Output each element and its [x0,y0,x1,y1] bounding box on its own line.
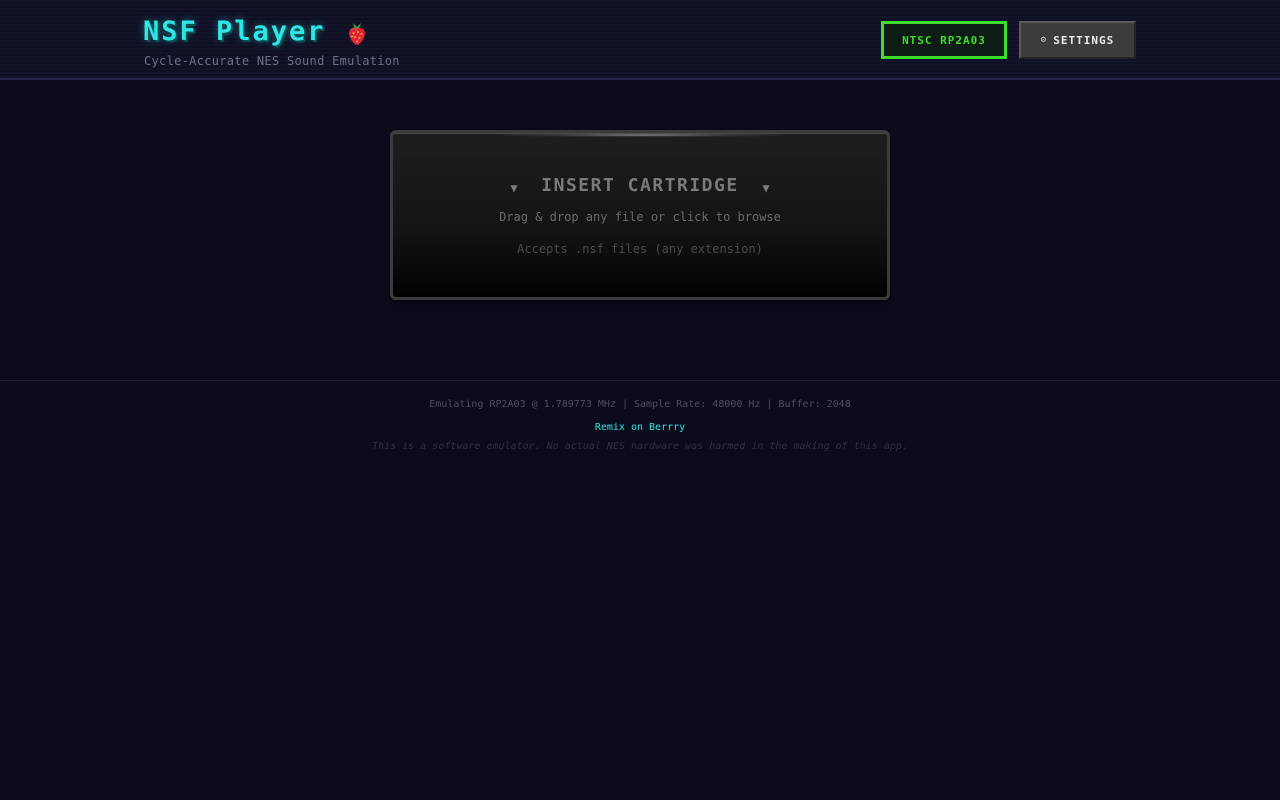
remix-link-row: Remix on Berrry [0,422,1280,433]
region-badge-label: NTSC RP2A03 [902,33,986,47]
dropzone-accepts: Accepts .nsf files (any extension) [517,242,763,256]
remix-link[interactable]: Remix on Berrry [595,422,685,433]
region-badge-button[interactable]: NTSC RP2A03 [881,21,1007,59]
app-title: NSF Player [143,15,326,47]
disclaimer: This is a software emulator. No actual N… [372,441,908,452]
emulation-stats: Emulating RP2A03 @ 1.789773 MHz | Sample… [429,399,851,410]
strawberry-icon [346,22,368,46]
app-subtitle: Cycle-Accurate NES Sound Emulation [144,54,400,68]
dropzone-instruction: Drag & drop any file or click to browse [499,210,781,224]
triangle-down-icon: ▼ [510,180,518,195]
settings-button[interactable]: ⚙ SETTINGS [1019,21,1136,59]
dropzone-heading: ▼ INSERT CARTRIDGE ▼ [393,175,887,196]
app-footer: Emulating RP2A03 @ 1.789773 MHz | Sample… [0,380,1280,481]
settings-label: SETTINGS [1053,33,1115,47]
triangle-down-icon: ▼ [762,180,770,195]
app-header: NSF Player Cycle-Accurate NES Sound Emul… [0,0,1280,80]
title-row: NSF Player [143,14,400,48]
gear-icon: ⚙ [1040,35,1048,45]
cartridge-sheen [503,133,783,137]
dropzone-heading-text: INSERT CARTRIDGE [541,175,739,196]
cartridge-dropzone[interactable]: ▼ INSERT CARTRIDGE ▼ Drag & drop any fil… [390,130,890,300]
brand: NSF Player Cycle-Accurate NES Sound Emul… [143,14,400,69]
